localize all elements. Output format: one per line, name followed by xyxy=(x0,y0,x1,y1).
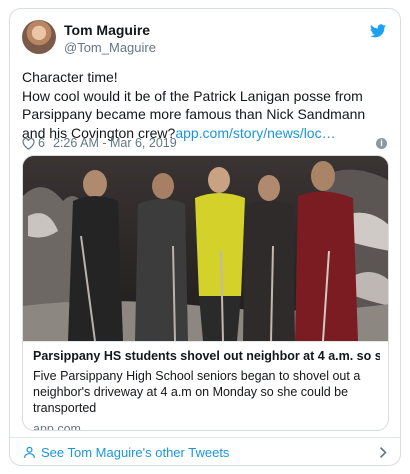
avatar[interactable] xyxy=(22,20,56,54)
person-icon xyxy=(24,446,35,458)
tweet-footer[interactable]: See Tom Maguire's other Tweets xyxy=(10,437,400,465)
tweet-meta: 6 2:26 AM - Mar 6, 2019 i xyxy=(22,136,388,152)
author-name[interactable]: Tom Maguire xyxy=(64,22,150,38)
tweet-text: Character time! How cool would it be of … xyxy=(22,68,388,142)
link-card-description: Five Parsippany High School seniors bega… xyxy=(33,369,361,415)
tweet-header: Tom Maguire @Tom_Maguire xyxy=(22,20,388,60)
link-card-domain: app.com xyxy=(33,422,81,431)
link-preview-card[interactable]: Parsippany HS students shovel out neighb… xyxy=(22,155,389,431)
article-photo xyxy=(23,156,388,341)
tweet-line-1: Character time! xyxy=(22,69,118,85)
twitter-bird-icon[interactable] xyxy=(370,24,386,38)
link-card-title[interactable]: Parsippany HS students shovel out neighb… xyxy=(33,349,380,363)
link-card-body[interactable]: Parsippany HS students shovel out neighb… xyxy=(23,341,388,431)
embedded-tweet: Tom Maguire @Tom_Maguire Character time!… xyxy=(9,8,401,466)
timestamp[interactable]: 2:26 AM - Mar 6, 2019 xyxy=(53,136,177,150)
info-icon[interactable]: i xyxy=(376,138,387,149)
see-other-tweets-link[interactable]: See Tom Maguire's other Tweets xyxy=(41,445,229,460)
author-handle[interactable]: @Tom_Maguire xyxy=(64,40,156,55)
like-count[interactable]: 6 xyxy=(38,136,45,150)
chevron-right-icon[interactable] xyxy=(378,446,388,459)
heart-icon[interactable] xyxy=(22,138,35,150)
